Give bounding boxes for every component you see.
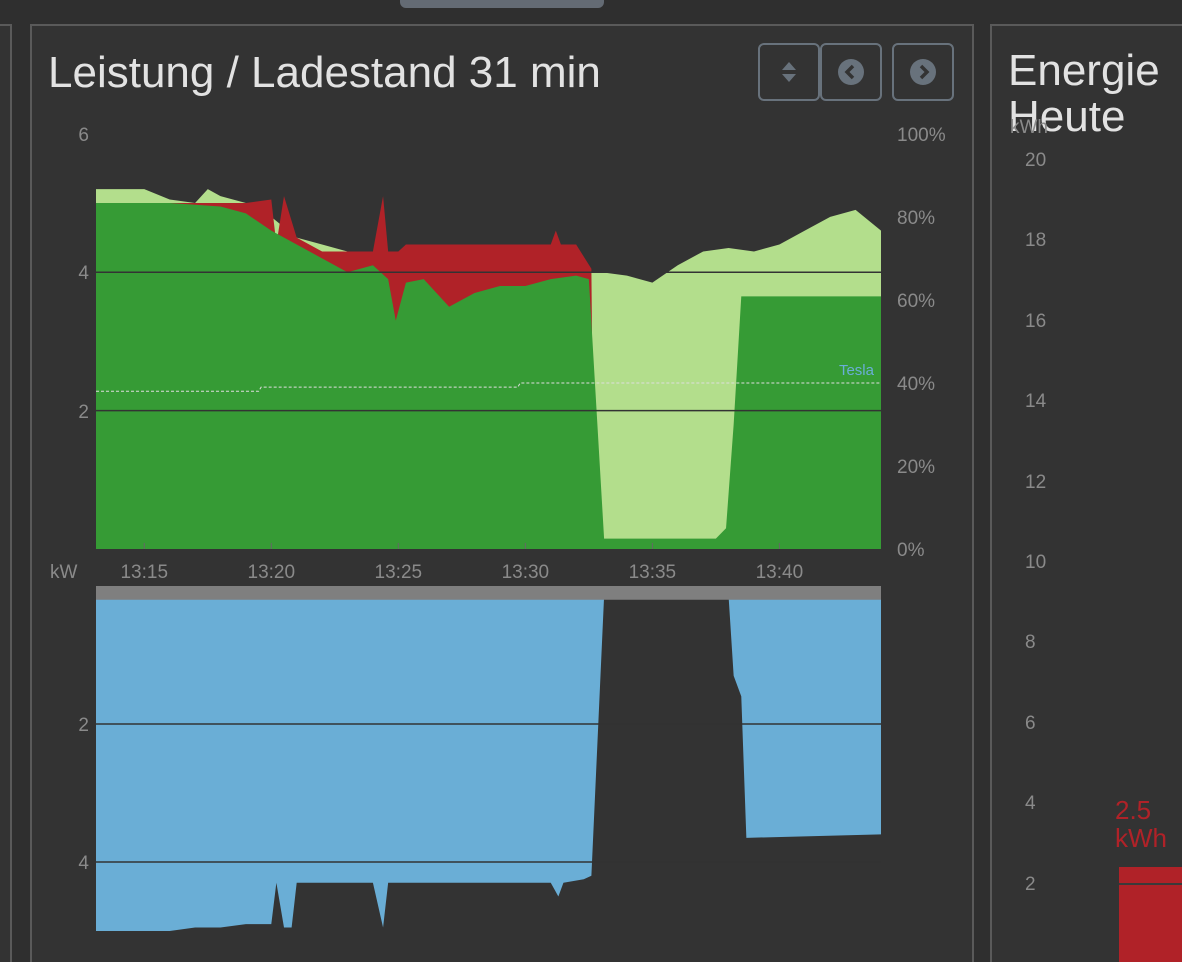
energy-bar-label: 2.5 kWh [1115,795,1167,853]
y2-tick: 80% [897,208,935,229]
energy-y-tick: 2 [1025,873,1036,895]
y2-tick: 20% [897,457,935,478]
y-tick: 2 [78,715,89,736]
y-unit: kW [50,562,78,583]
x-tick: 13:20 [248,562,296,583]
energy-y-tick: 12 [1025,471,1047,493]
area-consumption [96,586,881,931]
y2-tick: 60% [897,291,935,312]
area-other [96,586,881,600]
energy-y-tick: 18 [1025,230,1047,252]
y2-tick: 0% [897,540,925,561]
energy-y-tick: 16 [1025,310,1047,332]
tesla-label: Tesla [839,362,875,379]
energy-y-tick: 20 [1025,150,1047,171]
y-tick: 4 [78,853,89,874]
energy-y-tick: 4 [1025,793,1036,815]
x-tick: 13:35 [629,562,677,583]
x-tick: 13:25 [375,562,423,583]
x-tick: 13:15 [120,562,168,583]
y2-tick: 40% [897,374,935,395]
y-tick: 4 [78,263,89,284]
energy-y-tick: 6 [1025,712,1036,734]
energy-y-tick: 14 [1025,391,1047,413]
energy-y-tick: 10 [1025,552,1047,573]
energy-bar [1119,867,1182,962]
y-tick: 2 [78,402,89,423]
y-tick: 6 [78,125,89,146]
y2-tick: 100% [897,125,946,146]
x-tick: 13:30 [502,562,550,583]
energy-unit: kWh [1010,117,1048,138]
energy-y-tick: 8 [1025,632,1036,654]
x-tick: 13:40 [756,562,804,583]
